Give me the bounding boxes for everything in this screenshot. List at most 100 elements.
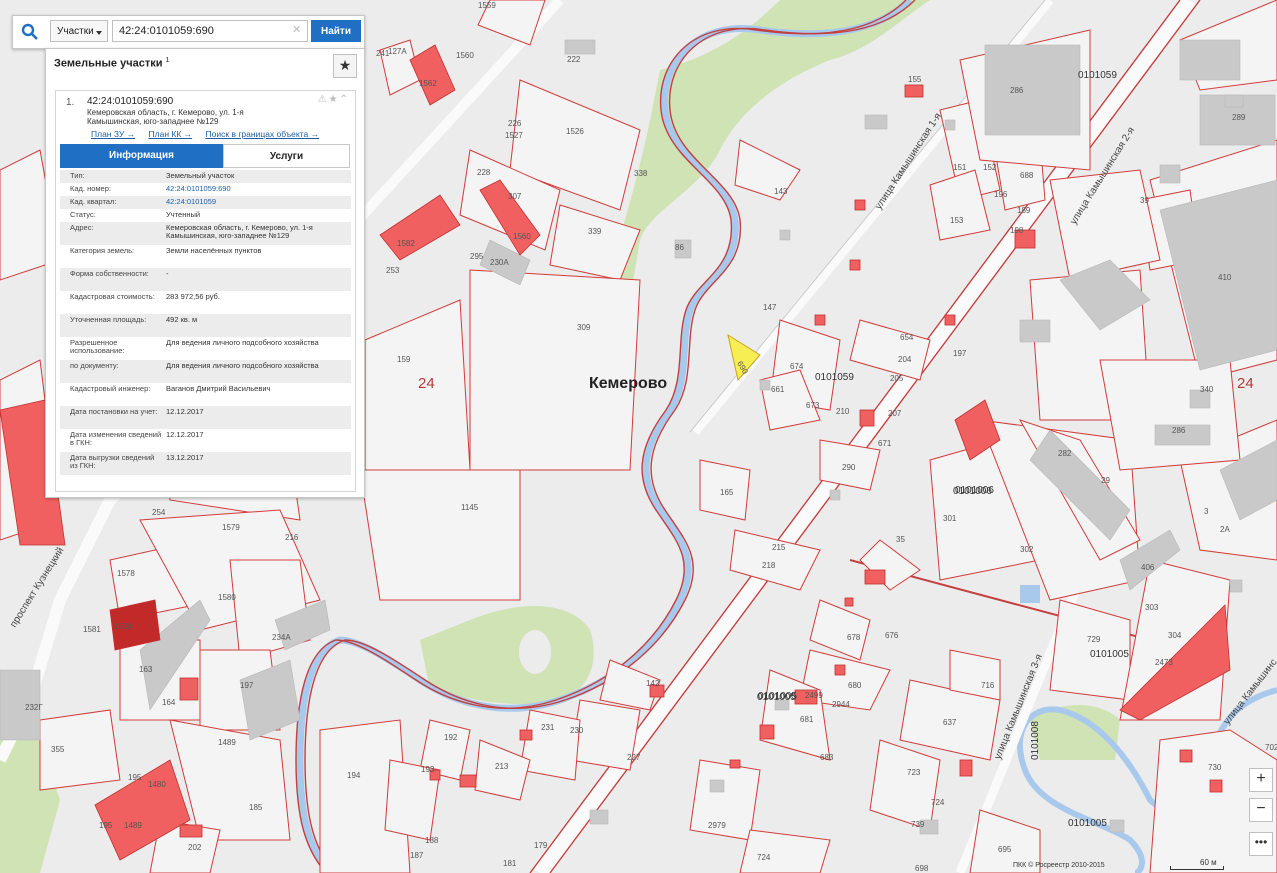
parcel-number-label: 204 <box>898 355 912 364</box>
info-key: Форма собственности: <box>70 269 149 278</box>
info-row: Разрешенное использование: Для ведения ли… <box>60 337 351 360</box>
more-icon[interactable]: ••• <box>1249 832 1273 856</box>
parcel-number-label: 179 <box>534 841 548 850</box>
parcel-number-label: 216 <box>285 533 299 542</box>
info-row: Форма собственности: - <box>60 268 351 291</box>
search-in-bounds-link[interactable]: Поиск в границах объекта → <box>206 129 320 139</box>
parcel-number-label: 289 <box>1232 113 1246 122</box>
parcel-number-label: 39 <box>1140 196 1149 205</box>
info-value: 492 кв. м <box>166 315 198 324</box>
quarter-label: 0101008 <box>1030 721 1041 760</box>
quarter-label: 0101059 <box>1078 70 1117 81</box>
zoom-out-icon[interactable]: − <box>1249 798 1273 822</box>
parcel-number-label: 302 <box>1020 545 1034 554</box>
info-key: Дата выгрузки сведений из ГКН: <box>70 453 155 470</box>
parcel-number-label: 678 <box>847 633 861 642</box>
info-value[interactable]: 42:24:0101059 <box>166 198 346 206</box>
zoom-in-icon[interactable]: + <box>1249 768 1273 792</box>
card-actions: ⚠★⌃ <box>318 94 350 105</box>
info-key: Адрес: <box>70 223 94 232</box>
find-button[interactable]: Найти <box>311 20 361 42</box>
parcel-number-label: 230А <box>490 258 509 267</box>
plan-kk-link[interactable]: План КК → <box>149 129 193 139</box>
parcel-number-label: 215 <box>772 543 786 552</box>
parcel-number-label: 1524 <box>114 622 132 631</box>
quarter-label: 0101005 <box>757 692 796 703</box>
parcel-number-label: 198 <box>1010 226 1024 235</box>
parcel-number-label: 86 <box>675 243 684 252</box>
chevron-down-icon <box>96 31 102 35</box>
info-row: Кадастровая стоимость: 283 972,56 руб. <box>60 291 351 314</box>
parcel-number-label: 681 <box>800 715 814 724</box>
result-cadastral-number[interactable]: 42:24:0101059:690 <box>87 96 173 107</box>
parcel-number-label: 295 <box>470 252 484 261</box>
parcel-number-label: 309 <box>577 323 591 332</box>
parcel-number-label: 340 <box>1200 385 1214 394</box>
parcel-number-label: 671 <box>878 439 892 448</box>
parcel-number-label: 338 <box>634 169 648 178</box>
parcel-number-label: 226 <box>508 119 522 128</box>
warning-icon[interactable]: ⚠ <box>318 94 329 105</box>
parcel-number-label: 222 <box>567 55 581 64</box>
parcel-number-label: 286 <box>1010 86 1024 95</box>
parcel-number-label: 1562 <box>419 79 437 88</box>
chevron-up-icon[interactable]: ⌃ <box>340 94 350 105</box>
info-value: 12.12.2017 <box>166 430 204 439</box>
info-value: Для ведения личного подсобного хозяйства <box>166 361 319 370</box>
info-key: Дата изменения сведений в ГКН: <box>70 430 162 447</box>
parcel-number-label: 702 <box>1265 743 1277 752</box>
parcel-number-label: 127А <box>388 47 407 56</box>
parcel-number-label: 303 <box>1145 603 1159 612</box>
search-input[interactable] <box>112 20 308 42</box>
parcel-number-label: 698 <box>915 864 929 873</box>
parcel-number-label: 188 <box>425 836 439 845</box>
parcel-number-label: 2944 <box>832 700 850 709</box>
parcel-number-label: 194 <box>347 771 361 780</box>
parcel-number-label: 196 <box>994 190 1008 199</box>
parcel-number-label: 282 <box>1058 449 1072 458</box>
parcel-number-label: 724 <box>931 798 945 807</box>
parcel-number-label: 153 <box>950 216 964 225</box>
parcel-number-label: 185 <box>249 803 263 812</box>
parcel-number-label: 155 <box>908 75 922 84</box>
parcel-number-label: 35 <box>896 535 905 544</box>
parcel-number-label: 637 <box>943 718 957 727</box>
clear-icon[interactable]: ✕ <box>292 23 301 36</box>
info-row: Уточненная площадь: 492 кв. м <box>60 314 351 337</box>
tab-services[interactable]: Услуги <box>223 144 350 168</box>
parcel-number-label: 307 <box>508 192 522 201</box>
scale-bar: 60 м <box>1170 858 1224 870</box>
parcel-number-label: 1560 <box>456 51 474 60</box>
city-label: Кемерово <box>589 375 667 392</box>
info-tabs: Информация Услуги <box>60 144 351 168</box>
parcel-number-label: 165 <box>720 488 734 497</box>
info-value[interactable]: 42:24:0101059:690 <box>166 185 346 193</box>
parcel-number-label: 676 <box>885 631 899 640</box>
parcel-number-label: 2979 <box>708 821 726 830</box>
tab-information[interactable]: Информация <box>60 144 223 168</box>
search-icon[interactable] <box>21 23 39 41</box>
info-row: Кад. квартал: 42:24:0101059 <box>60 196 351 209</box>
parcel-number-label: 2473 <box>1155 658 1173 667</box>
parcel-number-label: 163 <box>139 665 153 674</box>
search-type-select[interactable]: Участки <box>50 20 108 42</box>
star-icon[interactable]: ★ <box>329 94 340 105</box>
parcel-number-label: 730 <box>1208 763 1222 772</box>
info-key: Статус: <box>70 210 96 219</box>
plan-zu-link[interactable]: План ЗУ → <box>91 129 135 139</box>
parcel-number-label: 2499 <box>805 691 823 700</box>
star-icon[interactable]: ★ <box>333 54 357 78</box>
result-links: План ЗУ → План КК → Поиск в границах объ… <box>91 129 330 139</box>
info-key: Дата постановки на учет: <box>70 407 158 416</box>
info-table: Тип: Земельный участок Кад. номер: 42:24:01… <box>60 170 351 475</box>
parcel-number-label: 286 <box>1172 426 1186 435</box>
parcel-number-label: 197 <box>953 349 967 358</box>
parcel-number-label: 205 <box>890 374 904 383</box>
info-key: Кадастровая стоимость: <box>70 292 155 301</box>
result-card[interactable]: 1. 42:24:0101059:690 Кемеровская область… <box>55 90 356 492</box>
info-row: Дата изменения сведений в ГКН: 12.12.2017 <box>60 429 351 452</box>
results-panel: Земельные участки 1 ★ 1. 42:24:0101059:6… <box>45 48 365 498</box>
parcel-number-label: 301 <box>943 514 957 523</box>
parcel-number-label: 688 <box>1020 171 1034 180</box>
parcel-number-label: 1526 <box>566 127 584 136</box>
